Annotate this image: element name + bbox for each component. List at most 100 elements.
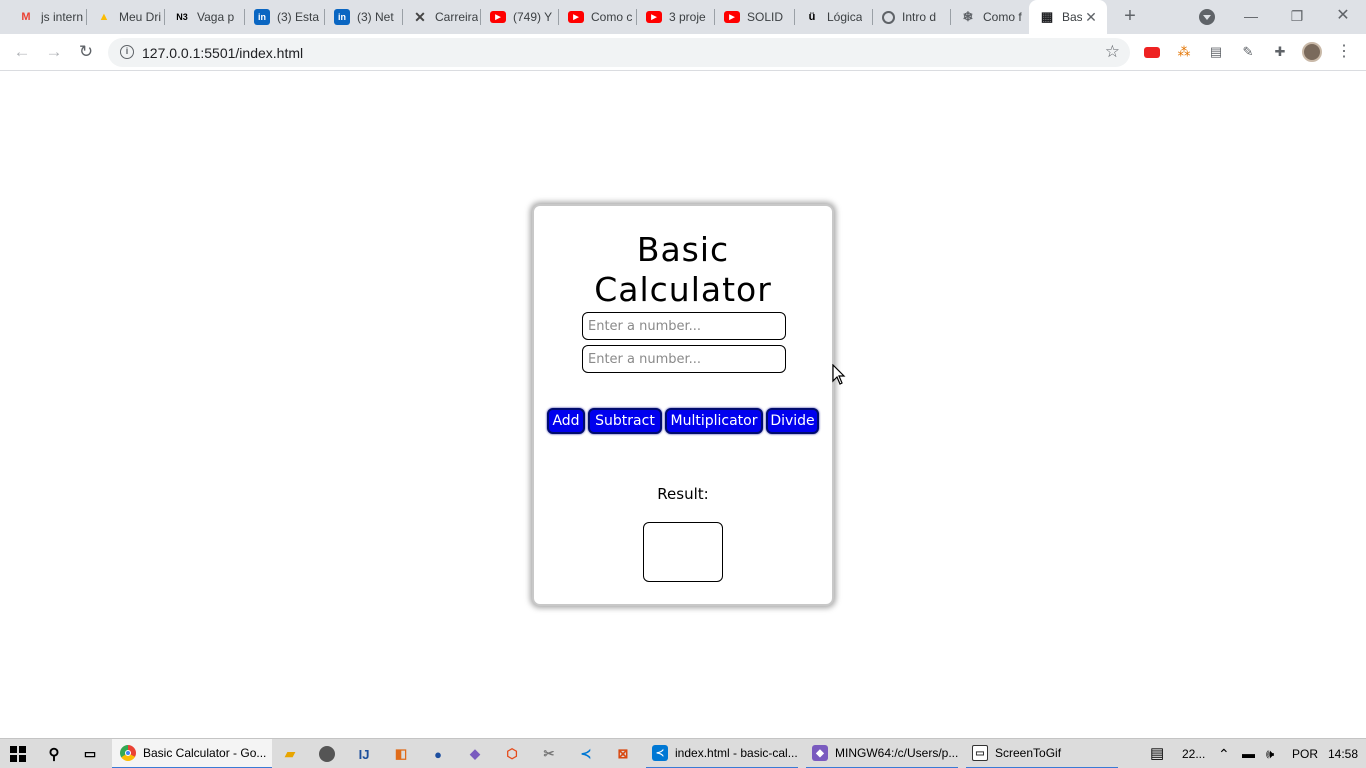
back-arrow-icon[interactable]: ← xyxy=(10,40,34,64)
result-label: Result: xyxy=(657,485,709,503)
taskbar-app-label: Basic Calculator - Go... xyxy=(143,746,267,760)
screentogif-icon: ▭ xyxy=(972,745,988,761)
browser-tab[interactable]: M js intern xyxy=(8,0,86,34)
snowflake-icon: ❄ xyxy=(962,9,974,24)
multiply-button[interactable]: Multiplicator xyxy=(665,408,763,434)
tab-title: Meu Dri xyxy=(119,10,162,24)
tab-title: (3) Net xyxy=(357,10,394,24)
browser-tab[interactable]: ❄ Como f xyxy=(950,0,1028,34)
reader-extension-icon[interactable]: ▤ xyxy=(1207,43,1225,61)
extensions-puzzle-icon[interactable]: ✚ xyxy=(1271,43,1289,61)
url-text[interactable]: 127.0.0.1:5501/index.html xyxy=(142,45,303,61)
mouse-cursor-icon xyxy=(832,364,846,385)
browser-tab[interactable]: in (3) Esta xyxy=(244,0,324,34)
chevron-up-icon[interactable]: ⌃ xyxy=(1218,739,1230,768)
title-line-2: Calculator xyxy=(594,270,772,309)
camera-app-icon[interactable] xyxy=(317,744,337,764)
sublime-icon[interactable]: ◧ xyxy=(391,744,411,764)
globe-icon xyxy=(882,10,895,24)
tab-search-icon[interactable] xyxy=(1199,9,1215,25)
divide-button[interactable]: Divide xyxy=(766,408,819,434)
tab-title: Intro d xyxy=(902,10,937,24)
second-number-input[interactable] xyxy=(582,345,786,373)
taskbar-app-screentogif[interactable]: ▭ ScreenToGif xyxy=(966,739,1118,768)
youtube-icon: ▶ xyxy=(490,11,506,23)
search-icon[interactable]: ⚲ xyxy=(44,744,64,764)
youtube-extension-icon[interactable] xyxy=(1143,43,1161,61)
snipping-tool-icon[interactable]: ✂ xyxy=(539,744,559,764)
browser-tab-active[interactable]: ▦ Bas ✕ xyxy=(1029,0,1107,34)
subtract-button[interactable]: Subtract xyxy=(588,408,662,434)
calculator-card: Basic Calculator Add Subtract Multiplica… xyxy=(532,204,834,606)
browser-tab[interactable]: Intro d xyxy=(872,0,950,34)
add-button[interactable]: Add xyxy=(547,408,585,434)
new-tab-button[interactable]: + xyxy=(1118,5,1142,29)
address-bar[interactable]: i 127.0.0.1:5501/index.html ☆ xyxy=(108,38,1130,67)
xampp-icon[interactable]: ⊠ xyxy=(613,744,633,764)
battery-icon[interactable]: ▬ xyxy=(1242,739,1255,768)
n3-icon: N3 xyxy=(176,12,188,22)
restore-icon[interactable]: ❐ xyxy=(1274,4,1320,30)
taskbar-app-git-bash[interactable]: ◆ MINGW64:/c/Users/p... xyxy=(806,739,958,768)
browser-tab[interactable]: ▲ Meu Dri xyxy=(86,0,164,34)
tab-title: Lógica xyxy=(827,10,863,24)
minimize-icon[interactable]: ― xyxy=(1228,4,1274,30)
close-window-icon[interactable]: ✕ xyxy=(1320,4,1366,30)
task-view-icon[interactable]: ▭ xyxy=(80,744,100,764)
bookmark-star-icon[interactable]: ☆ xyxy=(1105,42,1120,62)
tab-title: (3) Esta xyxy=(277,10,320,24)
office-icon[interactable]: ⬡ xyxy=(502,744,522,764)
tab-title: Como f xyxy=(983,10,1022,24)
taskbar-app-label: MINGW64:/c/Users/p... xyxy=(835,746,958,760)
title-line-1: Basic xyxy=(636,230,730,269)
tab-title: js intern xyxy=(41,10,84,24)
browser-tab[interactable]: ▶ SOLID xyxy=(714,0,794,34)
tab-title: Vaga p xyxy=(197,10,235,24)
sitemap-extension-icon[interactable]: ⁂ xyxy=(1175,43,1193,61)
sourcetree-icon[interactable]: ◆ xyxy=(465,744,485,764)
language-indicator[interactable]: POR xyxy=(1292,739,1318,768)
first-number-input[interactable] xyxy=(582,312,786,340)
clock[interactable]: 14:58 xyxy=(1328,739,1358,768)
browser-tab[interactable]: ▶ (749) Y xyxy=(480,0,558,34)
taskbar-app-vscode[interactable]: ≺ index.html - basic-cal... xyxy=(646,739,798,768)
vscode-pinned-icon[interactable]: ≺ xyxy=(576,744,596,764)
profile-avatar[interactable] xyxy=(1302,42,1322,62)
browser-tab[interactable]: ✕ Carreira xyxy=(402,0,480,34)
tab-title: Bas xyxy=(1062,10,1082,24)
browser-tab[interactable]: ▶ 3 proje xyxy=(636,0,714,34)
site-info-icon[interactable]: i xyxy=(120,45,134,59)
vscode-icon: ≺ xyxy=(652,745,668,761)
taskbar-app-label: ScreenToGif xyxy=(995,746,1062,760)
browser-tab[interactable]: ü Lógica xyxy=(794,0,872,34)
git-bash-icon: ◆ xyxy=(812,745,828,761)
forward-arrow-icon[interactable]: → xyxy=(42,40,66,64)
gmail-icon: M xyxy=(21,11,31,23)
browser-tab[interactable]: in (3) Net xyxy=(324,0,402,34)
windows-start-icon[interactable] xyxy=(8,744,28,764)
youtube-icon: ▶ xyxy=(646,11,662,23)
eyedropper-extension-icon[interactable]: ✎ xyxy=(1239,43,1257,61)
weather-text[interactable]: 22... xyxy=(1182,739,1205,768)
x-logo-icon: ✕ xyxy=(414,8,426,25)
reload-icon[interactable]: ↻ xyxy=(74,40,98,64)
tab-title: Como c xyxy=(591,10,633,24)
tab-title: 3 proje xyxy=(669,10,706,24)
udemy-icon: ü xyxy=(808,11,816,23)
file-explorer-icon[interactable]: ▰ xyxy=(280,744,300,764)
google-drive-icon: ▲ xyxy=(98,11,110,23)
result-display xyxy=(643,522,723,582)
chrome-menu-icon[interactable]: ⋮ xyxy=(1336,42,1352,62)
youtube-icon: ▶ xyxy=(724,11,740,23)
browser-tab[interactable]: N3 Vaga p xyxy=(164,0,244,34)
tab-title: (749) Y xyxy=(513,10,553,24)
intellij-icon[interactable]: IJ xyxy=(354,744,374,764)
close-tab-icon[interactable]: ✕ xyxy=(1083,9,1099,25)
windows-taskbar: ⚲ ▭ Basic Calculator - Go... ▰ IJ ◧ ● ◆ … xyxy=(0,738,1366,768)
browser-tab[interactable]: ▶ Como c xyxy=(558,0,636,34)
eclipse-icon[interactable]: ● xyxy=(428,744,448,764)
browser-tab-strip: M js intern ▲ Meu Dri N3 Vaga p in (3) E… xyxy=(0,0,1366,34)
volume-icon[interactable]: 🕪 xyxy=(1266,739,1274,768)
taskbar-app-chrome[interactable]: Basic Calculator - Go... xyxy=(112,739,272,768)
news-weather-icon[interactable]: ▤ xyxy=(1150,739,1164,768)
